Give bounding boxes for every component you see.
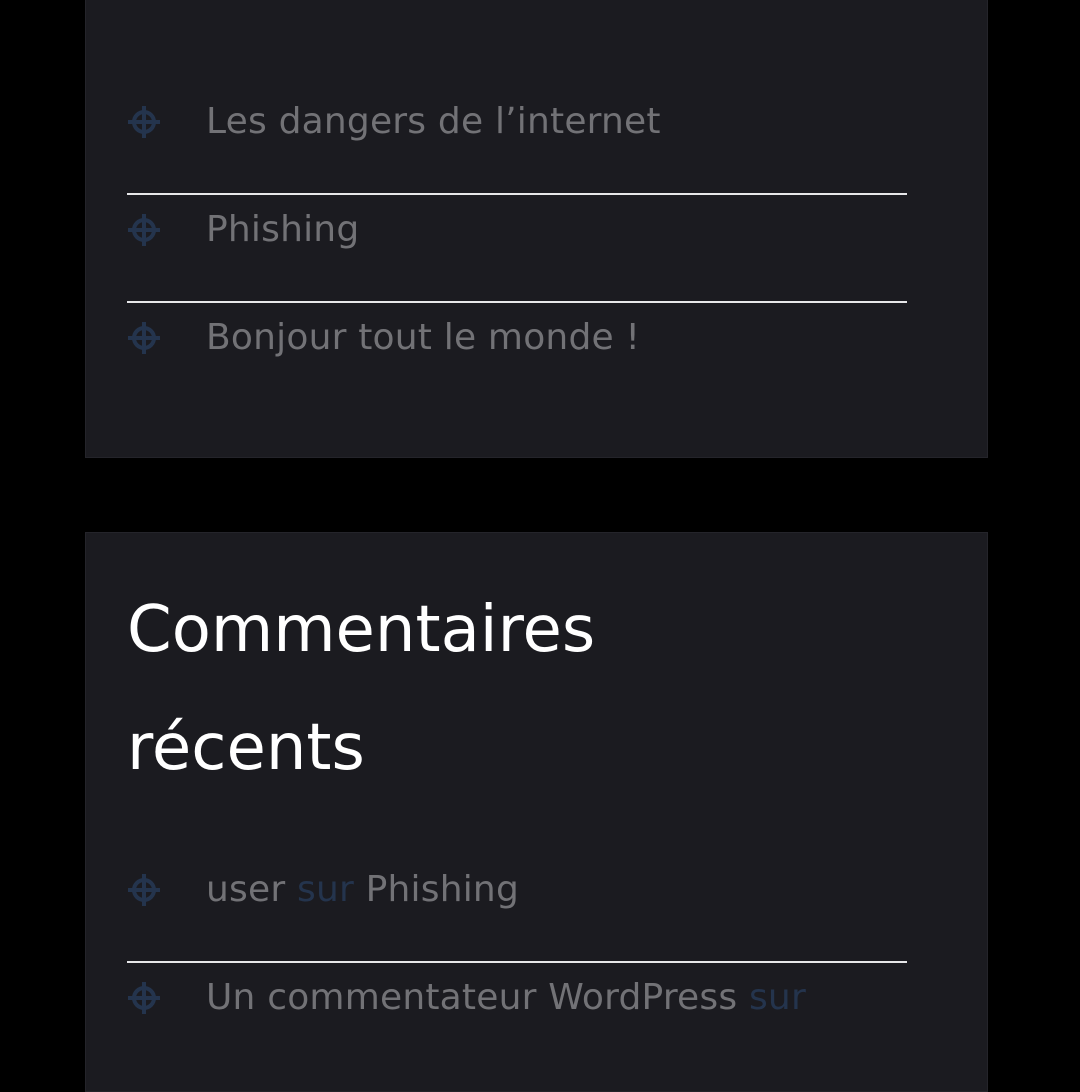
recent-post-item[interactable]: Phishing — [127, 195, 907, 303]
recent-posts-list: Les dangers de l’internet Phishing Bonjo… — [127, 87, 907, 411]
widget-title: Commentaires récents — [127, 571, 595, 807]
recent-posts-widget: Les dangers de l’internet Phishing Bonjo… — [85, 0, 988, 458]
widget-title-line2: récents — [127, 711, 365, 785]
crosshair-icon — [128, 874, 160, 906]
recent-comment-item: user sur Phishing — [127, 855, 907, 963]
comment-connector: sur — [748, 977, 806, 1018]
comment-connector: sur — [296, 869, 354, 910]
recent-post-item[interactable]: Les dangers de l’internet — [127, 87, 907, 195]
recent-comments-list: user sur Phishing Un commentateur WordPr… — [127, 855, 907, 1071]
recent-comments-widget: Commentaires récents user sur Phishing U… — [85, 532, 988, 1092]
comment-post-link[interactable]: Phishing — [366, 869, 519, 910]
recent-comment-item: Un commentateur WordPress sur — [127, 963, 907, 1071]
recent-post-link[interactable]: Phishing — [206, 203, 359, 257]
recent-post-item[interactable]: Bonjour tout le monde ! — [127, 303, 907, 411]
widget-title-line1: Commentaires — [127, 593, 596, 667]
comment-text: user sur Phishing — [206, 863, 519, 917]
crosshair-icon — [128, 214, 160, 246]
comment-text: Un commentateur WordPress sur — [206, 971, 806, 1025]
recent-post-link[interactable]: Les dangers de l’internet — [206, 95, 661, 149]
crosshair-icon — [128, 106, 160, 138]
comment-author: Un commentateur WordPress — [206, 977, 738, 1018]
comment-author: user — [206, 869, 286, 910]
recent-post-link[interactable]: Bonjour tout le monde ! — [206, 311, 640, 365]
crosshair-icon — [128, 322, 160, 354]
crosshair-icon — [128, 982, 160, 1014]
